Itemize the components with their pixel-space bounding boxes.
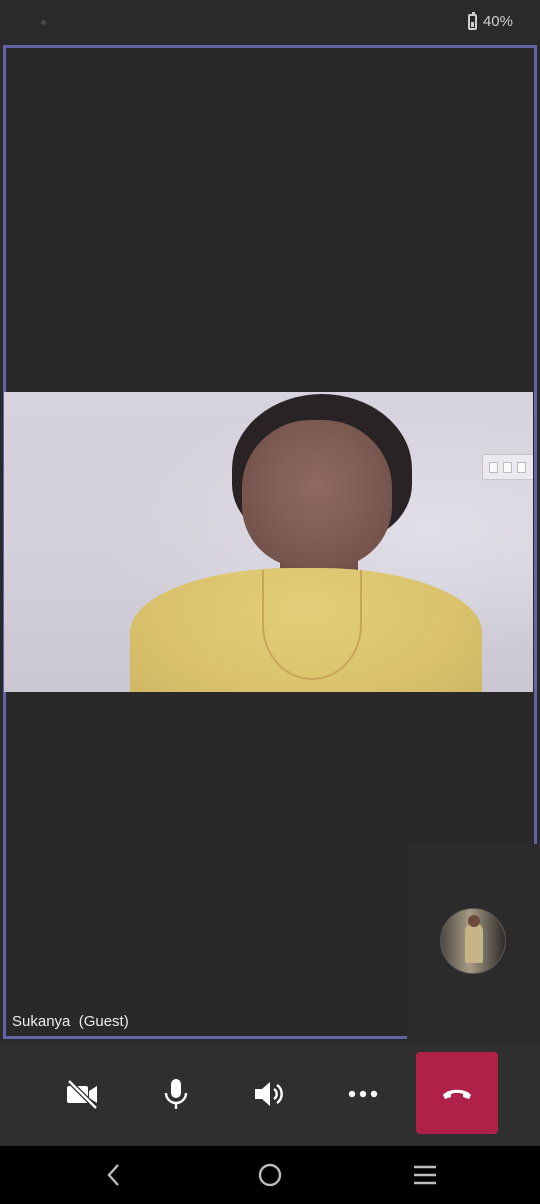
menu-icon bbox=[414, 1165, 436, 1185]
more-options-button[interactable] bbox=[330, 1061, 396, 1127]
hang-up-icon bbox=[443, 1089, 471, 1099]
battery-percent: 40% bbox=[482, 13, 513, 30]
speaker-icon bbox=[255, 1082, 283, 1106]
back-icon bbox=[107, 1164, 119, 1186]
call-control-bar bbox=[0, 1043, 540, 1145]
more-options-icon bbox=[348, 1090, 378, 1098]
notification-dot bbox=[41, 20, 46, 25]
home-icon bbox=[258, 1163, 282, 1187]
end-call-button[interactable] bbox=[416, 1052, 498, 1134]
speaker-button[interactable] bbox=[236, 1061, 302, 1127]
wall-switch-plate bbox=[482, 454, 533, 480]
back-button[interactable] bbox=[94, 1158, 134, 1192]
participant-video[interactable] bbox=[4, 392, 533, 692]
self-view-tile[interactable] bbox=[407, 844, 540, 1040]
status-bar: 40% bbox=[0, 0, 540, 44]
home-button[interactable] bbox=[250, 1158, 290, 1192]
participant-name-label: Sukanya (Guest) bbox=[12, 1013, 129, 1030]
battery-icon bbox=[467, 11, 477, 30]
camera-toggle-button[interactable] bbox=[49, 1061, 115, 1127]
self-avatar bbox=[440, 908, 506, 974]
battery-indicator: 40% bbox=[467, 11, 513, 30]
system-navigation-bar bbox=[0, 1146, 540, 1204]
recents-button[interactable] bbox=[405, 1158, 445, 1192]
participant-face bbox=[242, 420, 392, 568]
microphone-icon bbox=[164, 1079, 188, 1109]
video-off-icon bbox=[67, 1079, 98, 1110]
microphone-button[interactable] bbox=[143, 1061, 209, 1127]
